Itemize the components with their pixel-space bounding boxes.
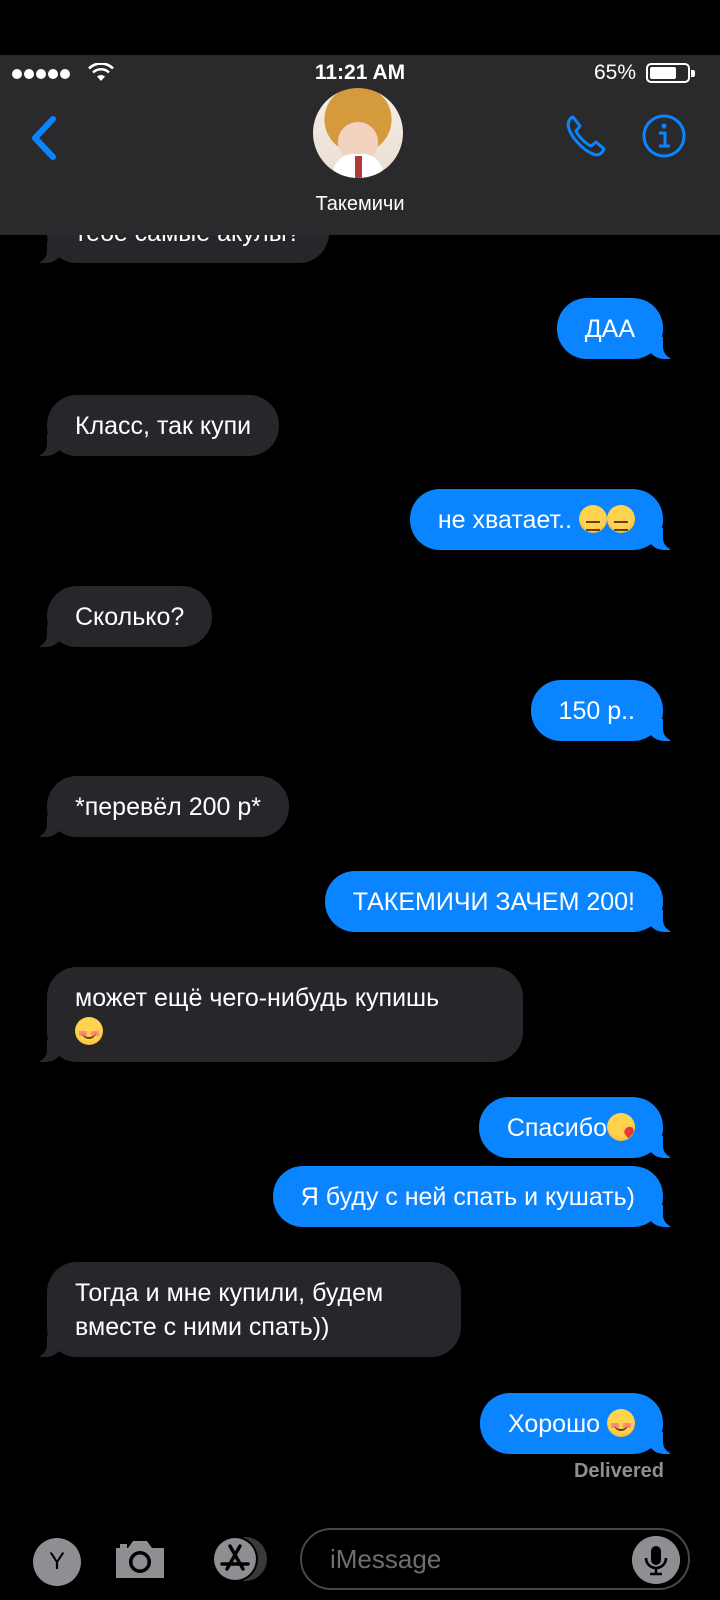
smiling-face-emoji-icon	[607, 1409, 635, 1437]
camera-icon[interactable]	[112, 1536, 168, 1582]
message-outgoing[interactable]: не хватает..	[409, 489, 676, 550]
app-store-icon[interactable]	[205, 1534, 271, 1584]
message-outgoing[interactable]: Хорошо	[479, 1393, 676, 1454]
delivered-status: Delivered	[573, 1460, 664, 1482]
message-outgoing[interactable]: Я буду с ней спать и кушать)	[272, 1166, 676, 1227]
message-incoming[interactable]: может ещё чего-нибудь купишь	[35, 967, 523, 1062]
status-bar: 11:21 AM 65%	[0, 55, 720, 91]
imessage-placeholder: iMessage	[330, 1544, 442, 1574]
confounded-face-emoji-icon	[579, 505, 607, 533]
message-outgoing[interactable]: 150 р..	[530, 680, 676, 741]
message-incoming[interactable]: Сколько?	[34, 586, 213, 647]
message-outgoing[interactable]: ТАКЕМИЧИ ЗАЧЕМ 200!	[324, 871, 676, 932]
imessage-input[interactable]: iMessage	[300, 1528, 690, 1590]
confounded-face-emoji-icon	[607, 505, 635, 533]
battery-icon	[646, 63, 695, 83]
message-outgoing[interactable]: Спасибо	[478, 1097, 676, 1158]
smiling-face-emoji-icon	[75, 1017, 103, 1045]
contact-avatar[interactable]	[313, 88, 403, 178]
phone-icon[interactable]	[562, 112, 610, 160]
info-icon[interactable]	[640, 112, 688, 160]
battery-percent: 65%	[593, 61, 636, 84]
memoji-button[interactable]: Y	[33, 1538, 81, 1586]
message-incoming[interactable]: Класс, так купи	[34, 395, 280, 456]
contact-name[interactable]: Такемичи	[0, 193, 720, 216]
back-chevron-icon[interactable]	[26, 113, 62, 163]
compose-bar: Y iMessage	[0, 1510, 720, 1600]
message-incoming[interactable]: Тогда и мне купили, будем вместе с ними …	[35, 1262, 461, 1357]
conversation-header: 11:21 AM 65% Такемичи	[0, 55, 720, 235]
message-outgoing[interactable]: ДАА	[556, 298, 676, 359]
microphone-icon[interactable]	[632, 1536, 680, 1584]
message-incoming[interactable]: *перевёл 200 р*	[35, 776, 289, 837]
face-blowing-kiss-emoji-icon	[607, 1113, 635, 1141]
